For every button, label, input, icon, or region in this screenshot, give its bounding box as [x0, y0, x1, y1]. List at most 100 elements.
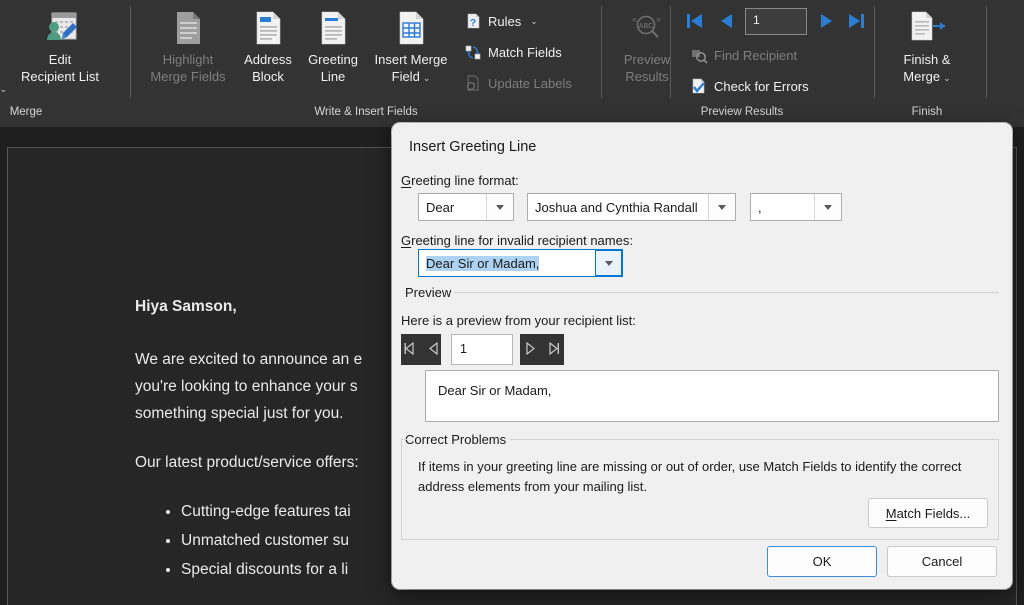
dialog-body: Greeting line format: Dear Joshua and Cy…: [392, 123, 1012, 589]
cp-border-left: [401, 439, 402, 539]
ok-button-label: OK: [813, 554, 832, 569]
chevron-down-icon[interactable]: [814, 194, 841, 220]
ribbon-group-preview-results: ABC « » Preview Results: [602, 0, 874, 104]
next-record-icon[interactable]: [525, 342, 535, 358]
insert-merge-field-icon: [394, 6, 428, 48]
chevron-down-icon: ⌄: [530, 16, 538, 27]
word-mail-merge-window: Edit Recipient List s ⌄ Merge: [0, 0, 1024, 605]
edit-recipient-list-label: Edit Recipient List: [21, 51, 99, 85]
previous-record-icon[interactable]: [429, 342, 439, 358]
rules-label: Rules: [488, 14, 521, 29]
update-labels-button[interactable]: Update Labels: [464, 74, 572, 92]
finish-and-merge-icon: [905, 6, 949, 48]
ribbon-group-finish-caption: Finish: [875, 106, 979, 118]
ribbon-group-finish: Finish & Merge⌄ Finish: [875, 0, 985, 104]
preview-results-label: Preview Results: [624, 51, 670, 85]
greeting-format-label: Greeting line format:: [401, 173, 519, 188]
greeting-preview-text: Dear Sir or Madam,: [438, 383, 551, 398]
svg-text:«: «: [632, 14, 637, 24]
invalid-recipient-value: Dear Sir or Madam,: [419, 256, 595, 271]
greeting-name-format-combo[interactable]: Joshua and Cynthia Randall: [527, 193, 736, 221]
ribbon-group-preview-caption: Preview Results: [642, 106, 842, 118]
greeting-format-label-text: reeting line format:: [411, 173, 519, 188]
last-record-icon[interactable]: [549, 342, 560, 358]
invalid-recipient-label: Greeting line for invalid recipient name…: [401, 233, 633, 248]
ribbon: Edit Recipient List s ⌄ Merge: [0, 0, 1024, 127]
highlight-merge-fields-label: Highlight Merge Fields: [150, 51, 225, 85]
finish-and-merge-label: Finish & Merge⌄: [903, 51, 950, 87]
previous-record-button[interactable]: [716, 10, 738, 37]
cp-border-right: [998, 439, 999, 539]
update-labels-label: Update Labels: [488, 76, 572, 91]
greeting-punctuation-value: ,: [751, 200, 814, 215]
check-for-errors-icon: [690, 77, 708, 95]
last-record-button[interactable]: [845, 10, 867, 37]
chevron-down-icon[interactable]: [595, 250, 622, 276]
greeting-salutation-combo[interactable]: Dear: [418, 193, 514, 221]
svg-text:»: »: [656, 14, 661, 24]
group-divider-preview-inner: [670, 6, 671, 98]
first-record-button[interactable]: [684, 10, 706, 37]
preview-group-label: Preview: [401, 285, 455, 300]
finish-and-merge-button[interactable]: Finish & Merge⌄: [875, 6, 979, 87]
insert-merge-field-button[interactable]: Insert Merge Field⌄: [359, 6, 463, 87]
find-recipient-button[interactable]: Find Recipient: [690, 46, 797, 64]
match-fields-label: Match Fields: [488, 45, 562, 60]
match-fields-button[interactable]: Match Fields: [464, 43, 562, 61]
chevron-down-icon[interactable]: [708, 194, 735, 220]
ribbon-group-merge-caption: Merge: [0, 106, 76, 118]
find-recipient-icon: [690, 46, 708, 64]
cp-border-top-right: [510, 439, 999, 440]
correct-problems-group-label: Correct Problems: [401, 432, 510, 447]
address-block-icon: [251, 6, 285, 48]
chevron-down-icon: ⌄: [943, 73, 951, 83]
greeting-punctuation-combo[interactable]: ,: [750, 193, 842, 221]
match-fields-icon: [464, 43, 482, 61]
invalid-recipient-label-text: reeting line for invalid recipient names…: [411, 233, 633, 248]
ribbon-group-merge: Edit Recipient List s ⌄ Merge: [0, 0, 130, 104]
ribbon-group-write-insert-caption: Write & Insert Fields: [301, 106, 431, 118]
chevron-down-icon: ⌄: [0, 84, 7, 95]
rules-icon: ?: [464, 12, 482, 30]
preview-prev-group[interactable]: [401, 334, 441, 365]
next-record-button[interactable]: [815, 10, 837, 37]
update-labels-icon: [464, 74, 482, 92]
rules-button[interactable]: ? Rules ⌄: [464, 12, 538, 30]
match-fields-button[interactable]: MMatch Fields...atch Fields...: [868, 498, 988, 528]
ok-button[interactable]: OK: [767, 546, 877, 577]
cancel-button[interactable]: Cancel: [887, 546, 997, 577]
cp-border-bottom: [401, 539, 999, 540]
check-for-errors-label: Check for Errors: [714, 79, 809, 94]
edit-recipient-list-icon: [39, 6, 81, 48]
greeting-name-format-value: Joshua and Cynthia Randall: [528, 200, 708, 215]
preview-next-group[interactable]: [520, 334, 564, 365]
match-fields-button-label: MMatch Fields...atch Fields...: [886, 506, 971, 521]
greeting-line-icon: [316, 6, 350, 48]
find-recipient-label: Find Recipient: [714, 48, 797, 63]
check-for-errors-button[interactable]: Check for Errors: [690, 77, 809, 95]
greeting-line-label: Greeting Line: [308, 51, 358, 85]
svg-text:ABC: ABC: [639, 23, 653, 30]
chevron-down-icon[interactable]: [486, 194, 513, 220]
chevron-down-icon: ⌄: [423, 73, 431, 83]
first-record-icon[interactable]: [404, 342, 415, 358]
preview-group-divider: [454, 292, 999, 293]
highlight-merge-fields-icon: [171, 6, 205, 48]
match-fields-text: atch Fields...: [897, 506, 971, 521]
greeting-salutation-value: Dear: [419, 200, 486, 215]
record-number-input[interactable]: 1: [745, 8, 807, 35]
preview-results-icon: ABC « »: [627, 6, 667, 48]
insert-greeting-line-dialog: Insert Greeting Line ? ✕ Greeting line f…: [392, 123, 1012, 589]
preview-record-input[interactable]: 1: [451, 334, 513, 365]
insert-merge-field-label: Insert Merge Field⌄: [375, 51, 448, 87]
preview-hint: Here is a preview from your recipient li…: [401, 313, 636, 328]
svg-text:?: ?: [470, 18, 476, 29]
correct-problems-description: If items in your greeting line are missi…: [418, 457, 970, 497]
group-divider-4: [986, 6, 987, 98]
greeting-preview-box: Dear Sir or Madam,: [425, 370, 999, 422]
ribbon-group-write-insert: Highlight Merge Fields Address Block: [131, 0, 600, 104]
invalid-recipient-combo[interactable]: Dear Sir or Madam,: [418, 249, 623, 277]
edit-recipient-list-button[interactable]: Edit Recipient List: [8, 6, 112, 85]
start-mail-merge-truncated[interactable]: s ⌄: [0, 82, 7, 97]
cancel-button-label: Cancel: [922, 554, 962, 569]
